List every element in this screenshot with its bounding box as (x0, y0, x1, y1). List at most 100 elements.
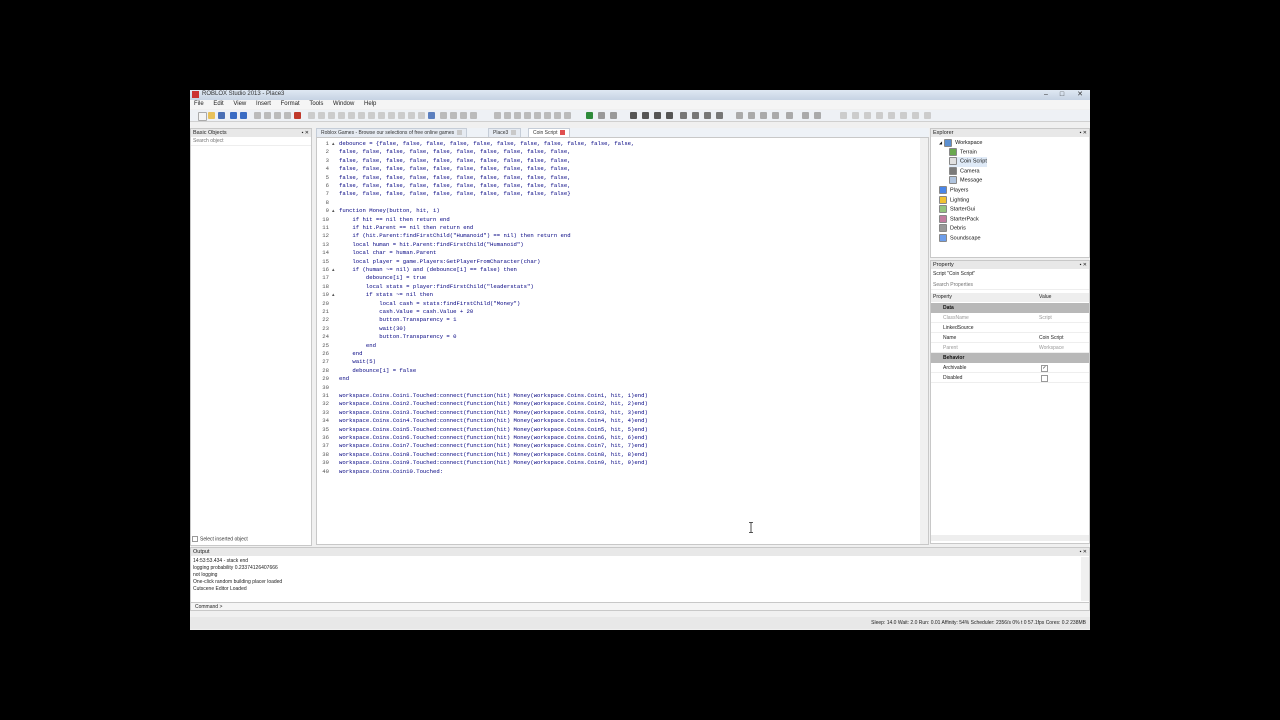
tilt-icon[interactable] (716, 112, 723, 119)
publish-icon[interactable] (900, 112, 907, 119)
expand-toggle-icon[interactable]: ◢ (939, 140, 942, 145)
copy-icon[interactable] (264, 112, 271, 119)
stamp-icon[interactable] (840, 112, 847, 119)
tab-roblox-games[interactable]: Roblox Games - Browse our selections of … (316, 128, 468, 137)
output-scrollbar[interactable] (1081, 557, 1089, 601)
plugin-icon[interactable] (864, 112, 871, 119)
properties-icon[interactable] (460, 112, 467, 119)
maximize-button[interactable]: □ (1054, 90, 1070, 99)
explorer-item[interactable]: Terrain (949, 147, 977, 157)
goto-icon[interactable] (554, 112, 561, 119)
code-line[interactable]: false, false, false, false, false, false… (339, 174, 571, 182)
code-line[interactable]: if hit == nil then return end (339, 216, 449, 224)
code-line[interactable]: end (339, 350, 362, 358)
code-line[interactable]: workspace.Coins.Coin10.Touched: (339, 468, 443, 476)
camera-fit-icon[interactable] (772, 112, 779, 119)
explorer-item[interactable]: Debris (939, 224, 966, 233)
indent-icon[interactable] (494, 112, 501, 119)
code-line[interactable]: false, false, false, false, false, false… (339, 182, 571, 190)
uncomment-icon[interactable] (524, 112, 531, 119)
play-icon[interactable] (586, 112, 593, 119)
join-icon[interactable] (408, 112, 415, 119)
explorer-item[interactable]: StarterPack (939, 214, 979, 224)
explorer-item[interactable]: Message (949, 176, 982, 185)
scale-icon[interactable] (666, 112, 673, 119)
color-icon[interactable] (378, 112, 385, 119)
save-icon[interactable] (218, 112, 225, 119)
code-line[interactable]: if hit.Parent == nil then return end (339, 224, 473, 232)
fold-toggle-icon[interactable]: ▴ (332, 140, 335, 148)
help-icon[interactable] (924, 112, 931, 119)
editor-scrollbar[interactable] (920, 138, 928, 544)
property-checkbox[interactable] (1041, 375, 1048, 382)
menu-view[interactable]: View (229, 100, 250, 109)
code-line[interactable]: debounce[i] = false (339, 367, 416, 375)
code-line[interactable]: false, false, false, false, false, false… (339, 190, 571, 198)
camera-look-icon[interactable] (786, 112, 793, 119)
redo-icon[interactable] (240, 112, 247, 119)
tab-close-icon[interactable] (560, 130, 566, 136)
code-line[interactable]: false, false, false, false, false, false… (339, 148, 571, 156)
turn-icon[interactable] (704, 112, 711, 119)
script-editor[interactable]: 1 ▴ debounce = {false, false, false, false… (316, 137, 929, 545)
code-line[interactable]: workspace.Coins.Coin5.Touched:connect(fu… (339, 426, 648, 434)
grid-icon[interactable] (814, 112, 821, 119)
cut-icon[interactable] (254, 112, 261, 119)
surface-icon[interactable] (388, 112, 395, 119)
tab-coin-script[interactable]: Coin Script (528, 128, 571, 137)
screenshot-icon[interactable] (876, 112, 883, 119)
code-line[interactable]: workspace.Coins.Coin7.Touched:connect(fu… (339, 442, 648, 450)
output-icon[interactable] (450, 112, 457, 119)
outdent-icon[interactable] (504, 112, 511, 119)
basic-objects-search-input[interactable] (191, 137, 311, 146)
explorer-icon[interactable] (470, 112, 477, 119)
property-row[interactable]: Name Coin Script (931, 333, 1089, 343)
property-category[interactable]: Behavior (931, 353, 1089, 363)
code-line[interactable]: if stats ~= nil then (339, 291, 433, 299)
record-icon[interactable] (888, 112, 895, 119)
code-line[interactable]: workspace.Coins.Coin8.Touched:connect(fu… (339, 451, 648, 459)
close-button[interactable]: ✕ (1072, 90, 1088, 99)
code-line[interactable]: workspace.Coins.Coin4.Touched:connect(fu… (339, 417, 648, 425)
property-row[interactable]: Archivable ✓ (931, 363, 1089, 373)
code-line[interactable]: button.Transparency = 0 (339, 333, 456, 341)
pause-icon[interactable] (598, 112, 605, 119)
explorer-item[interactable]: Camera (949, 166, 980, 176)
code-line[interactable]: function Money(button, hit, i) (339, 207, 440, 215)
anchor-icon[interactable] (338, 112, 345, 119)
camera-pan-icon[interactable] (736, 112, 743, 119)
comment-icon[interactable] (514, 112, 521, 119)
code-line[interactable]: workspace.Coins.Coin6.Touched:connect(fu… (339, 434, 648, 442)
explorer-item[interactable]: Coin Script (949, 157, 987, 167)
menu-format[interactable]: Format (277, 100, 304, 109)
code-line[interactable]: local player = game.Players:GetPlayerFro… (339, 258, 540, 266)
panel-pin-close-icon[interactable]: ▪ ✕ (1080, 261, 1087, 269)
undo-icon[interactable] (230, 112, 237, 119)
command-input[interactable] (231, 604, 1081, 610)
code-line[interactable]: if (hit.Parent:findFirstChild("Humanoid"… (339, 232, 570, 240)
collision-icon[interactable] (418, 112, 425, 119)
code-line[interactable]: workspace.Coins.Coin3.Touched:connect(fu… (339, 409, 648, 417)
tab-close-icon[interactable] (511, 130, 517, 136)
move-icon[interactable] (642, 112, 649, 119)
fold-toggle-icon[interactable]: ▴ (332, 266, 335, 274)
tab-place3[interactable]: Place3 (488, 128, 522, 137)
weld-icon[interactable] (398, 112, 405, 119)
duplicate-icon[interactable] (284, 112, 291, 119)
tab-close-icon[interactable] (457, 130, 463, 136)
drag-icon[interactable] (680, 112, 687, 119)
panel-pin-close-icon[interactable]: ▪ ✕ (1080, 548, 1087, 556)
menu-help[interactable]: Help (360, 100, 380, 109)
code-line[interactable]: wait(5) (339, 358, 376, 366)
code-line[interactable]: local cash = stats:findFirstChild("Money… (339, 300, 520, 308)
replace-icon[interactable] (544, 112, 551, 119)
paste-icon[interactable] (274, 112, 281, 119)
code-line[interactable]: end (339, 375, 349, 383)
resize-icon[interactable] (692, 112, 699, 119)
property-category[interactable]: Data (931, 303, 1089, 313)
explorer-item[interactable]: ◢ Workspace (939, 138, 983, 148)
open-icon[interactable] (208, 112, 215, 119)
material-icon[interactable] (368, 112, 375, 119)
code-line[interactable]: workspace.Coins.Coin2.Touched:connect(fu… (339, 400, 648, 408)
minimize-button[interactable]: – (1038, 90, 1054, 99)
